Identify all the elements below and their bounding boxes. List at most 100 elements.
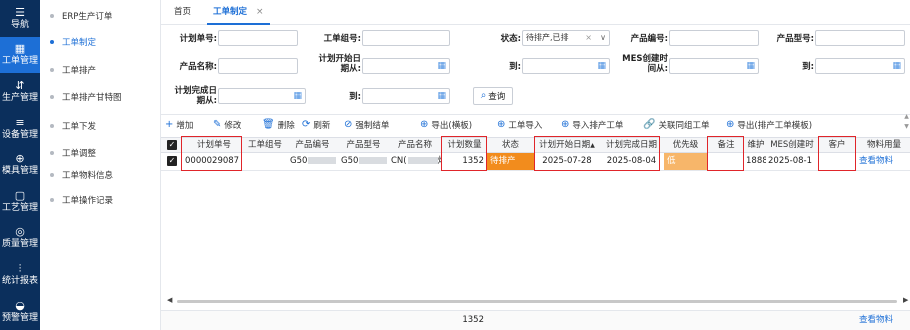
force-close-button[interactable]: ⊘ 强制结单 — [344, 118, 389, 132]
subnav-item[interactable]: 工单制定 — [50, 35, 96, 49]
mes-created-to-input[interactable]: ▦ — [815, 58, 905, 74]
mes-created-line2: 间从: — [647, 64, 668, 74]
calendar-icon[interactable]: ▦ — [892, 60, 901, 72]
column-header[interactable]: 产品编号 — [288, 138, 337, 153]
status-clear-icon[interactable]: × — [585, 31, 592, 45]
tab-workorder-define[interactable]: 工单制定 × — [207, 0, 270, 25]
bullet-icon — [50, 124, 54, 128]
nav-workorder[interactable]: ▦ 工单管理 — [0, 36, 40, 74]
chevron-down-icon[interactable]: ∨ — [600, 31, 606, 45]
calendar-icon[interactable]: ▦ — [437, 90, 446, 102]
status-select[interactable]: 待排产,已排 × ∨ — [522, 30, 610, 46]
row-checkbox[interactable]: ✓ — [167, 156, 177, 166]
subnav-item[interactable]: ERP生产订单 — [50, 9, 112, 23]
sort-asc-icon[interactable]: ▲ — [590, 142, 595, 149]
column-header[interactable]: 客户 — [818, 138, 856, 153]
horizontal-scrollbar[interactable]: ◀ ▶ — [161, 296, 910, 307]
toolbar-scroll[interactable]: ▲ ▼ — [903, 112, 910, 134]
app-window: ☰ 导航 ▦ 工单管理 ⇵ 生产管理 ≡ 设备管理 ⊕ 模具管理 ▢ 工艺管理 ◎ 质量管理 ⫶ 统计报表 ◒ 预… — [0, 0, 910, 330]
export-template-button[interactable]: ⊕ 导出(横板) — [420, 118, 472, 132]
subnav-item[interactable]: 工单排产 — [50, 63, 96, 77]
plan-done-from-input[interactable]: ▦ — [218, 88, 306, 104]
add-button[interactable]: + 增加 — [165, 118, 193, 132]
calendar-icon[interactable]: ▦ — [437, 60, 446, 72]
column-header[interactable]: 维护 — [746, 138, 766, 153]
export-schedule-template-button[interactable]: ⊕ 导出(排产工单模板) — [726, 118, 812, 132]
column-header[interactable]: 计划数量 — [442, 138, 487, 153]
subnav-item[interactable]: 工单排产甘特图 — [50, 90, 122, 104]
column-header[interactable]: 优先级 — [664, 138, 707, 153]
calendar-icon[interactable]: ▦ — [597, 60, 606, 72]
export-icon: ⊕ — [420, 119, 429, 130]
group-no-input[interactable] — [362, 30, 450, 46]
column-header-label: 物料用量 — [866, 140, 901, 150]
product-name-input[interactable] — [218, 58, 298, 74]
scroll-right-icon[interactable]: ▶ — [903, 296, 908, 304]
subnav-item[interactable]: 工单调整 — [50, 146, 96, 160]
toolbar-button-label: 工单导入 — [508, 121, 543, 131]
column-header[interactable]: 备注 — [707, 138, 745, 153]
scroll-up-icon[interactable]: ▲ — [903, 112, 910, 122]
column-header[interactable]: 物料用量 — [859, 138, 909, 153]
scroll-left-icon[interactable]: ◀ — [167, 296, 172, 304]
subnav-item[interactable]: 工单操作记录 — [50, 193, 113, 207]
calendar-icon[interactable]: ▦ — [746, 60, 755, 72]
mes-created-from-input[interactable]: ▦ — [669, 58, 759, 74]
delete-button[interactable]: 🗑 删除 — [262, 118, 295, 132]
refresh-button[interactable]: ⟳ 刷新 — [302, 118, 330, 132]
column-header[interactable]: 计划单号 — [185, 138, 243, 153]
subnav-item-label: 工单调整 — [62, 149, 97, 159]
column-header[interactable]: 状态 — [487, 138, 534, 153]
table-header: ✓ 计划单号 工单组号 产品编号 产品型号 产品名称 计划数量 状态 计划开始日期▲ 计划完成日… — [161, 137, 910, 153]
nav-reports[interactable]: ⫶ 统计报表 — [0, 256, 40, 293]
cell-mes-created: 2025-08-1 — [768, 156, 812, 166]
subnav-item[interactable]: 工单下发 — [50, 119, 96, 133]
nav-mold[interactable]: ⊕ 模具管理 — [0, 146, 40, 183]
view-material-link[interactable]: 查看物料 — [859, 153, 909, 170]
nav-equipment[interactable]: ≡ 设备管理 — [0, 110, 40, 147]
priority-badge: 低 — [664, 153, 707, 170]
column-header[interactable]: 产品型号 — [339, 138, 388, 153]
nav-label: 模具管理 — [1, 166, 38, 177]
import-workorder-button[interactable]: ⊕ 工单导入 — [497, 118, 542, 132]
column-header-label: 计划完成日期 — [605, 140, 657, 150]
product-model-input[interactable] — [815, 30, 905, 46]
plan-done-to-input[interactable]: ▦ — [362, 88, 450, 104]
nav-home[interactable]: ☰ 导航 — [0, 0, 40, 37]
import-schedule-button[interactable]: ⊕ 导入排产工单 — [561, 118, 623, 132]
table-footer: 1352 查看物料 — [161, 310, 910, 330]
column-header-label: MES创建时 — [770, 140, 814, 150]
plan-no-input[interactable] — [218, 30, 298, 46]
nav-process[interactable]: ▢ 工艺管理 — [0, 183, 40, 220]
plan-done-line1: 计划完成日 — [174, 86, 217, 96]
plan-start-from-input[interactable]: ▦ — [362, 58, 450, 74]
nav-alerts[interactable]: ◒ 预警管理 — [0, 293, 40, 330]
toolbar-button-label: 导出(排产工单模板) — [737, 121, 813, 131]
query-button[interactable]: ⌕ 查询 — [473, 87, 513, 105]
cell-customer — [818, 153, 856, 170]
column-header[interactable]: 计划开始日期▲ — [534, 138, 600, 153]
nav-production[interactable]: ⇵ 生产管理 — [0, 73, 40, 110]
link-group-button[interactable]: 🔗 关联同组工单 — [643, 118, 709, 132]
select-all-checkbox[interactable]: ✓ — [167, 140, 177, 150]
close-icon[interactable]: × — [256, 7, 264, 17]
plan-start-to-input[interactable]: ▦ — [522, 58, 610, 74]
column-header[interactable]: 工单组号 — [243, 138, 287, 153]
column-header[interactable]: MES创建时 — [767, 138, 817, 153]
scrollbar-thumb[interactable] — [177, 300, 897, 303]
subnav-item[interactable]: 工单物料信息 — [50, 168, 113, 182]
footer-material-link[interactable]: 查看物料 — [859, 312, 909, 329]
quality-icon: ◎ — [15, 225, 25, 239]
cell-product-model-text: G50 — [341, 156, 359, 166]
scroll-down-icon[interactable]: ▼ — [903, 122, 910, 132]
column-header[interactable]: 计划完成日期 — [600, 138, 663, 153]
calendar-icon[interactable]: ▦ — [293, 90, 302, 102]
column-header[interactable]: 产品名称 — [389, 138, 441, 153]
edit-button[interactable]: ✎ 修改 — [213, 118, 241, 132]
footer-total-qty: 1352 — [462, 315, 484, 325]
table-row[interactable]: ✓ 0000029087 G50 G50 CN(灯 1352 待排产 2025-… — [161, 153, 910, 171]
tab-home[interactable]: 首页 — [174, 0, 191, 25]
plan-start-from-label: 计划开始日 期从: — [307, 54, 361, 74]
nav-quality[interactable]: ◎ 质量管理 — [0, 220, 40, 257]
product-code-input[interactable] — [669, 30, 759, 46]
